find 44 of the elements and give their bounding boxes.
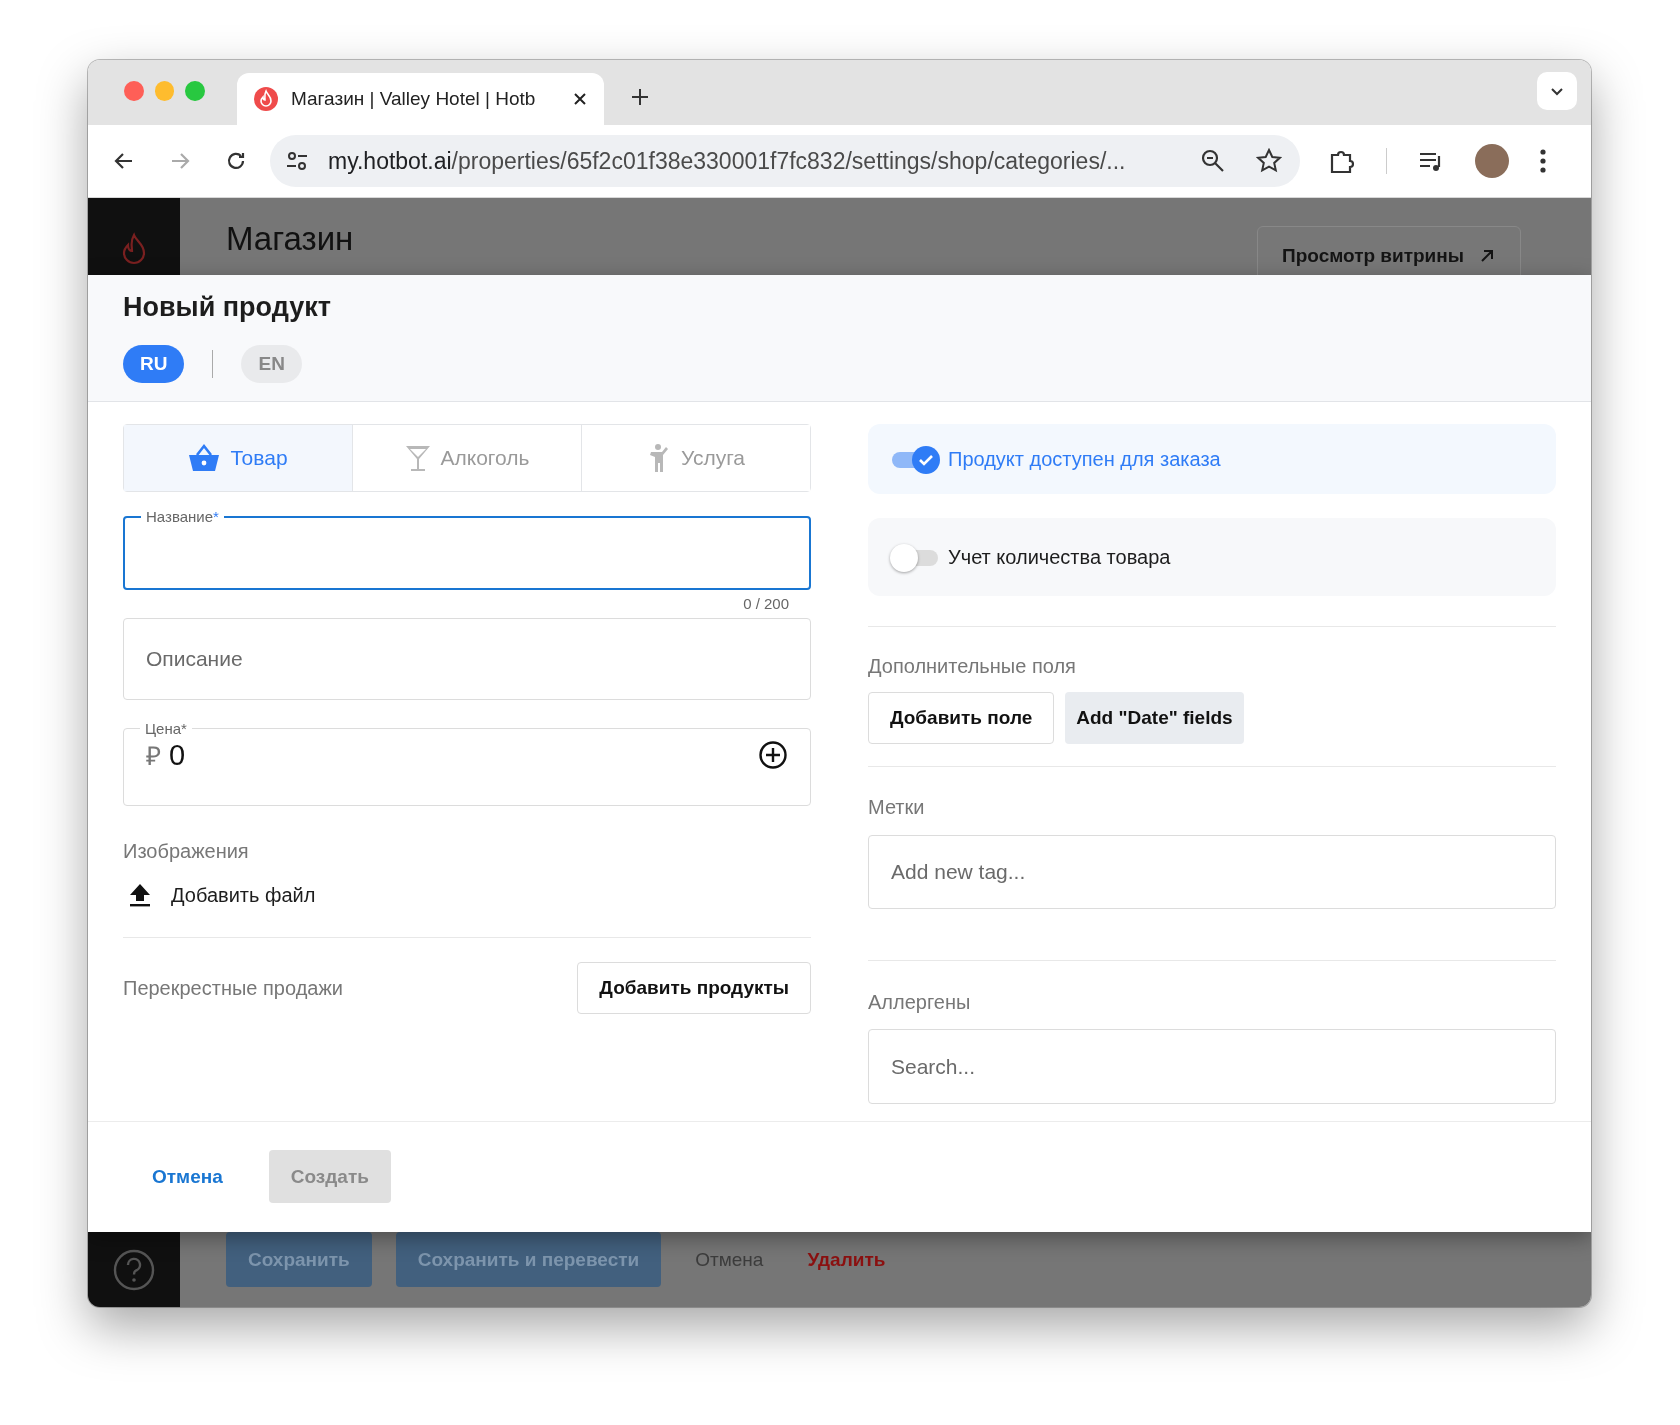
more-menu-icon[interactable]: [1539, 148, 1547, 174]
toggle-label: Учет количества товара: [948, 545, 1171, 569]
browser-tab[interactable]: Магазин | Valley Hotel | Hotb: [237, 73, 604, 125]
product-type-tab[interactable]: Товар: [124, 425, 353, 491]
zoom-icon[interactable]: [1200, 148, 1226, 174]
page-title: Магазин: [226, 220, 355, 259]
add-field-button[interactable]: Добавить поле: [868, 692, 1055, 744]
delete-button[interactable]: Удалить: [797, 1232, 896, 1287]
section-label: Изображения: [123, 840, 250, 863]
cancel-link[interactable]: Отмена: [146, 1165, 229, 1188]
cocktail-glass-icon: [404, 444, 431, 472]
preview-button[interactable]: Просмотр витрины: [1257, 226, 1521, 275]
close-icon[interactable]: [572, 91, 588, 107]
description-field[interactable]: Описание: [123, 618, 811, 700]
section-label: Дополнительные поля: [868, 655, 1077, 678]
add-circle-icon[interactable]: [758, 740, 788, 770]
section-label: Перекрестные продажи: [123, 976, 343, 1000]
address-bar[interactable]: my.hotbot.ai/properties/65f2c01f38e330001f7fc832/settings/shop/categories/...: [270, 135, 1300, 187]
add-file-button[interactable]: Добавить файл: [123, 883, 316, 907]
avatar[interactable]: [1475, 144, 1509, 178]
toggle-switch[interactable]: [890, 446, 940, 472]
character-counter: 0 / 200: [743, 594, 789, 614]
section-label: Метки: [868, 796, 926, 819]
tag-input[interactable]: Add new tag...: [868, 835, 1556, 909]
save-button[interactable]: Сохранить: [226, 1232, 372, 1287]
upload-icon: [129, 883, 151, 907]
url-text: my.hotbot.ai/properties/65f2c01f38e330001f7fc832/settings/shop/categories/...: [328, 147, 1127, 175]
language-chip[interactable]: RU: [123, 345, 185, 383]
help-icon[interactable]: [113, 1248, 155, 1291]
tab-title: Магазин | Valley Hotel | Hotb: [291, 88, 537, 110]
section-label: Аллергены: [868, 991, 972, 1014]
add-products-button[interactable]: Добавить продукты: [577, 962, 811, 1014]
cancel-button[interactable]: Отмена: [685, 1232, 774, 1287]
basket-icon: [188, 443, 221, 473]
toggle-switch[interactable]: [890, 544, 940, 570]
dialog-title: Новый продукт: [123, 292, 332, 323]
flame-icon: [253, 86, 279, 112]
language-chip[interactable]: EN: [241, 345, 302, 383]
toggle-label: Продукт доступен для заказа: [948, 447, 1221, 471]
save-button[interactable]: Сохранить и перевести: [395, 1232, 662, 1287]
search-field[interactable]: Search...: [868, 1029, 1556, 1104]
new-tab-icon[interactable]: [630, 87, 650, 107]
add-date-fields-button[interactable]: Add "Date" fields: [1065, 692, 1244, 744]
star-icon[interactable]: [1256, 148, 1282, 174]
